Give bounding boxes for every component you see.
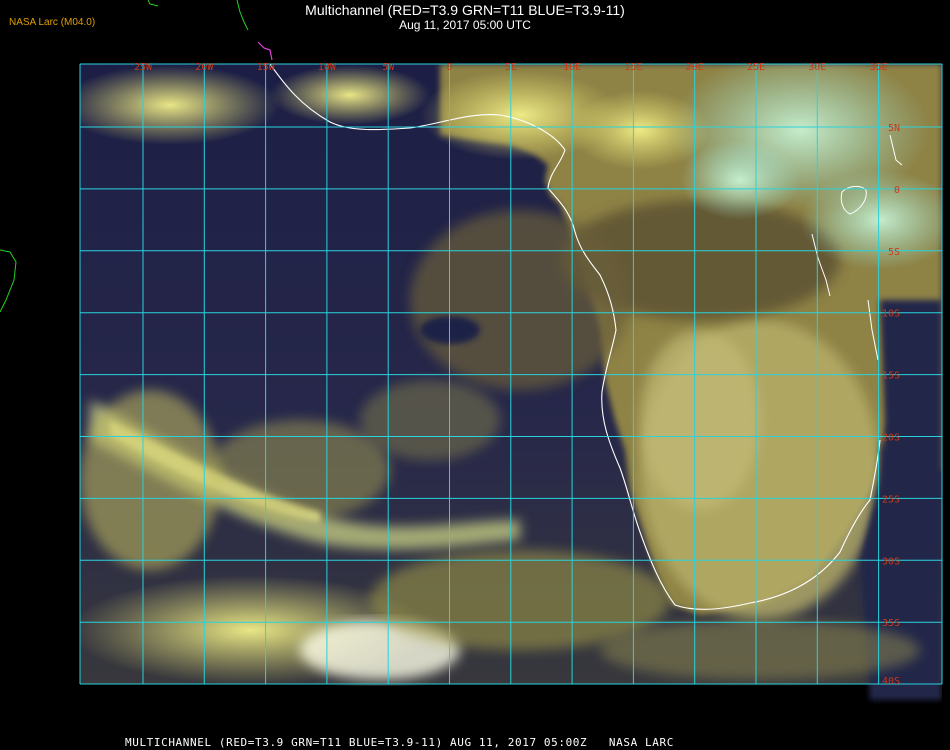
longitude-label: 25W [134, 62, 153, 73]
longitude-label: 25E [747, 62, 765, 73]
longitude-label: 5E [505, 62, 517, 73]
coastline-fragment [0, 249, 17, 313]
coastline-fragment [257, 41, 273, 61]
latitude-label: 30S [882, 556, 900, 567]
coastline-fragment [147, 0, 159, 7]
longitude-label: 20W [195, 62, 214, 73]
coastline-fragment [236, 0, 249, 31]
footer-caption: MULTICHANNEL (RED=T3.9 GRN=T11 BLUE=T3.9… [125, 736, 674, 749]
longitude-label: 10E [563, 62, 581, 73]
latitude-label: 40S [882, 676, 900, 687]
longitude-label: 5W [382, 62, 395, 73]
longitude-label: 10W [318, 62, 337, 73]
satellite-map: 25W 20W 15W 10W 5W 0 5E 10E 15E 20E 25E 30E 35E 5N 0 5… [0, 0, 943, 727]
latitude-label: 10S [882, 309, 900, 320]
longitude-label: 30E [808, 62, 826, 73]
longitude-label: 35E [870, 62, 888, 73]
latitude-label: 25S [882, 494, 900, 505]
latitude-label: 5S [888, 247, 900, 258]
latitude-label: 15S [882, 371, 900, 382]
longitude-label: 0 [446, 62, 452, 73]
latitude-label: 0 [894, 185, 900, 196]
latitude-label: 35S [882, 618, 900, 629]
longitude-label: 20E [686, 62, 704, 73]
longitude-label: 15E [624, 62, 642, 73]
satellite-imagery [80, 64, 942, 727]
latitude-label: 5N [888, 123, 900, 134]
longitude-label: 15W [257, 62, 276, 73]
latitude-label: 20S [882, 433, 900, 444]
